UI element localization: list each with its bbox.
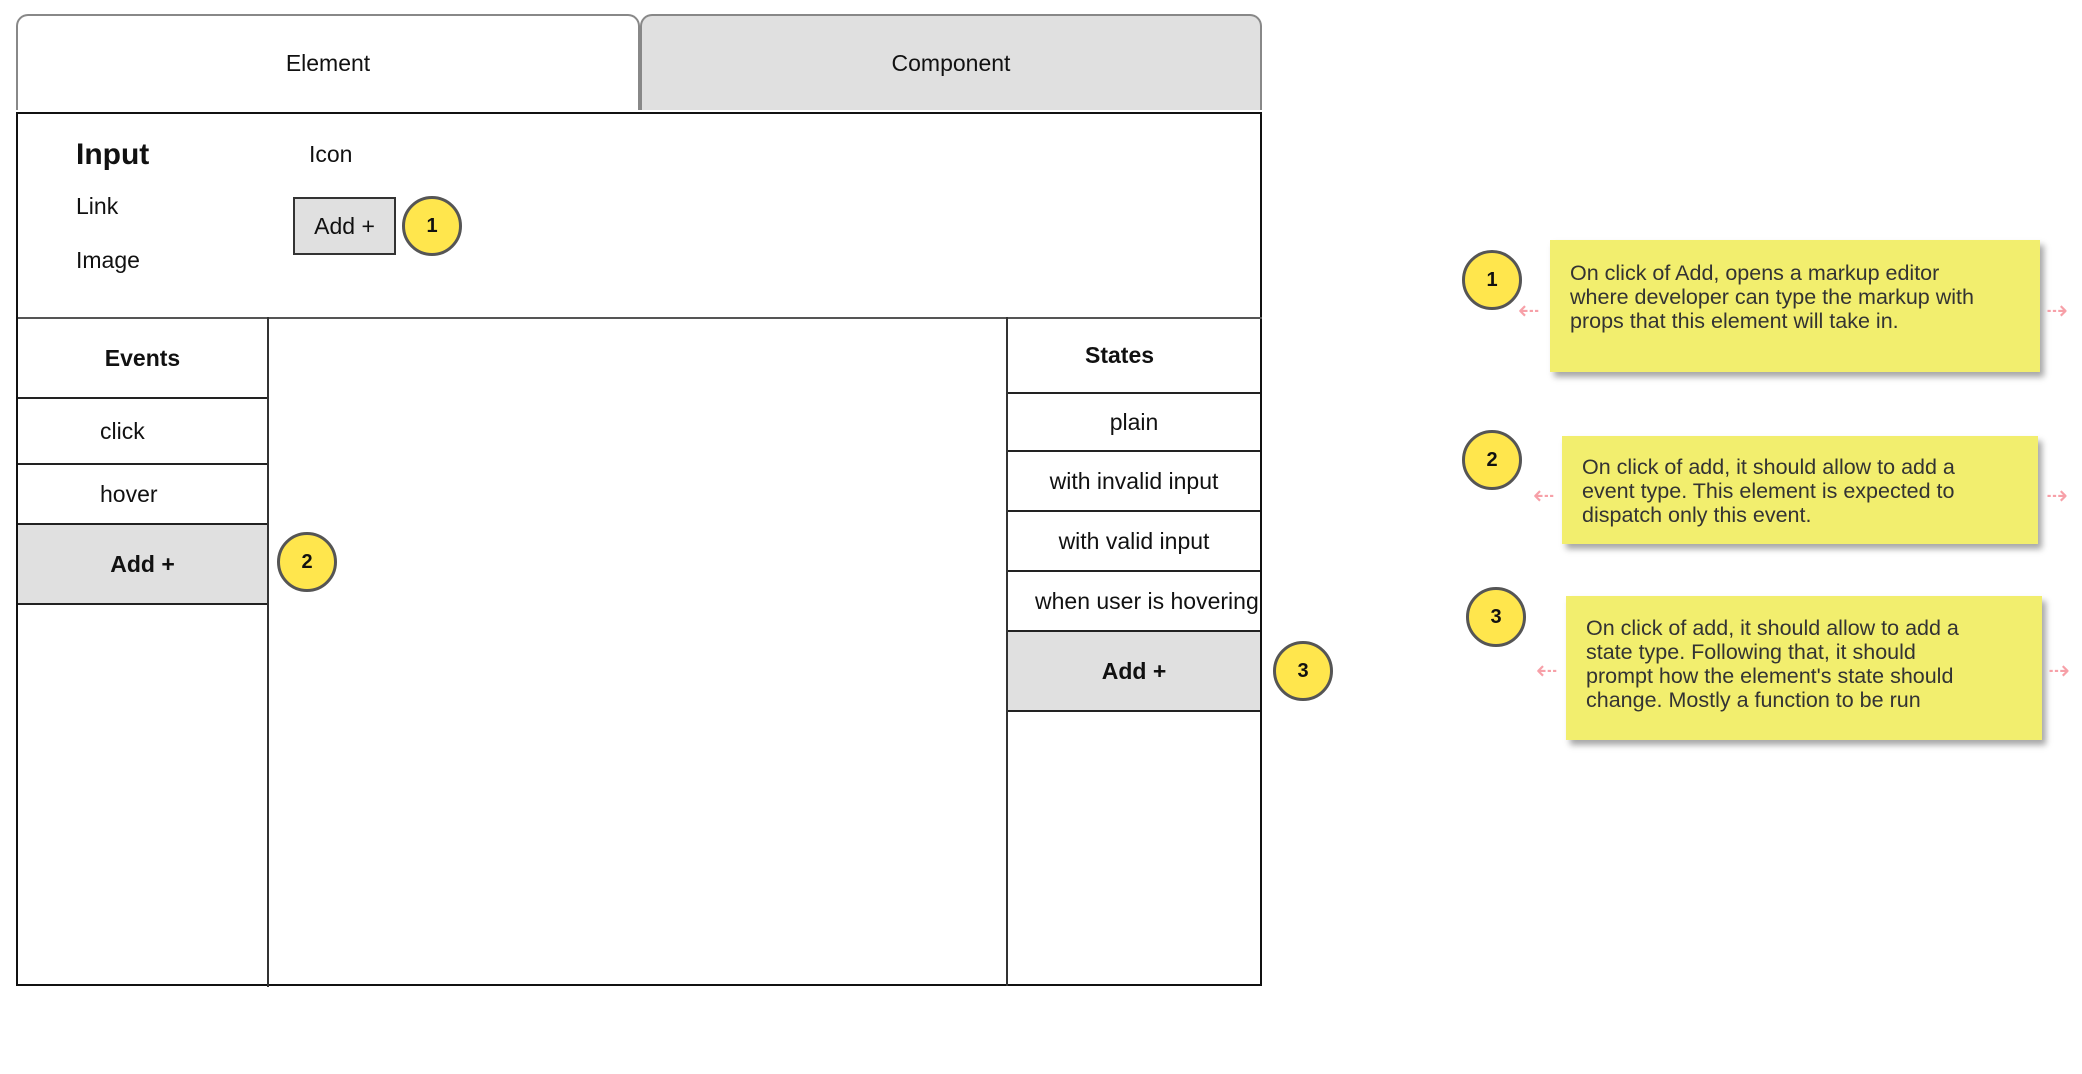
add-state-button[interactable]: Add + xyxy=(1008,630,1260,712)
state-item-invalid-input[interactable]: with invalid input xyxy=(1008,450,1260,510)
note-2-line: event type. This element is expected to xyxy=(1582,479,1955,503)
element-type-icon[interactable]: Icon xyxy=(309,141,352,168)
note-marker-1: 1 xyxy=(1462,250,1522,310)
arrow-right-icon: ⇢ xyxy=(2046,480,2068,510)
state-item-label: with invalid input xyxy=(1049,467,1219,494)
callout-marker-1-number: 1 xyxy=(426,214,438,237)
note-3: On click of add, it should allow to add … xyxy=(1566,596,2042,740)
callout-marker-1: 1 xyxy=(402,196,462,256)
note-3-line: On click of add, it should allow to add … xyxy=(1586,616,1959,640)
tab-component[interactable]: Component xyxy=(640,14,1262,110)
event-item-click[interactable]: click xyxy=(18,397,267,463)
add-event-label: Add + xyxy=(110,550,175,577)
events-header-label: Events xyxy=(104,344,181,371)
state-item-label: when user is hovering xyxy=(1035,587,1259,614)
state-item-label: with valid input xyxy=(1058,527,1210,554)
note-1-line: where developer can type the markup with xyxy=(1570,285,1974,309)
add-event-button[interactable]: Add + xyxy=(18,523,267,605)
note-marker-1-number: 1 xyxy=(1486,268,1498,291)
arrow-right-icon: ⇢ xyxy=(2048,655,2070,685)
state-item-plain[interactable]: plain xyxy=(1008,392,1260,450)
note-2-line: On click of add, it should allow to add … xyxy=(1582,455,1955,479)
arrow-left-icon: ⇠ xyxy=(1536,655,1558,685)
arrow-left-icon: ⇠ xyxy=(1518,295,1540,325)
add-state-label: Add + xyxy=(1101,657,1167,684)
note-3-line: change. Mostly a function to be run xyxy=(1586,688,1921,712)
arrow-right-icon: ⇢ xyxy=(2046,295,2068,325)
note-1-line: On click of Add, opens a markup editor xyxy=(1570,261,1940,285)
callout-marker-2: 2 xyxy=(277,532,337,592)
states-header: States xyxy=(1008,319,1260,392)
element-type-input[interactable]: Input xyxy=(76,138,149,172)
note-marker-3-number: 3 xyxy=(1490,605,1502,628)
note-3-line: state type. Following that, it should xyxy=(1586,640,1916,664)
note-1-line: props that this element will take in. xyxy=(1570,309,1899,333)
callout-marker-3: 3 xyxy=(1273,641,1333,701)
element-type-link[interactable]: Link xyxy=(76,193,118,220)
note-2: On click of add, it should allow to add … xyxy=(1562,436,2038,544)
note-2-line: dispatch only this event. xyxy=(1582,503,1812,527)
tab-element[interactable]: Element xyxy=(16,14,640,110)
state-item-label: plain xyxy=(1109,408,1159,435)
add-element-label: Add + xyxy=(314,212,375,239)
state-item-valid-input[interactable]: with valid input xyxy=(1008,510,1260,570)
add-element-button[interactable]: Add + xyxy=(293,197,396,255)
note-marker-2: 2 xyxy=(1462,430,1522,490)
note-marker-3: 3 xyxy=(1466,587,1526,647)
tab-element-label: Element xyxy=(285,49,371,76)
note-3-line: prompt how the element's state should xyxy=(1586,664,1954,688)
state-item-hovering[interactable]: when user is hovering xyxy=(1008,570,1260,630)
arrow-left-icon: ⇠ xyxy=(1533,480,1555,510)
element-type-image[interactable]: Image xyxy=(76,247,140,274)
callout-marker-3-number: 3 xyxy=(1297,659,1309,682)
events-column-divider xyxy=(267,317,269,987)
events-header: Events xyxy=(18,319,267,397)
callout-marker-2-number: 2 xyxy=(301,550,313,573)
note-marker-2-number: 2 xyxy=(1486,448,1498,471)
event-item-label: click xyxy=(100,417,145,444)
event-item-label: hover xyxy=(100,480,158,507)
note-1: On click of Add, opens a markup editor w… xyxy=(1550,240,2040,372)
event-item-hover[interactable]: hover xyxy=(18,463,267,523)
tab-component-label: Component xyxy=(891,49,1011,76)
states-header-label: States xyxy=(1085,342,1155,368)
